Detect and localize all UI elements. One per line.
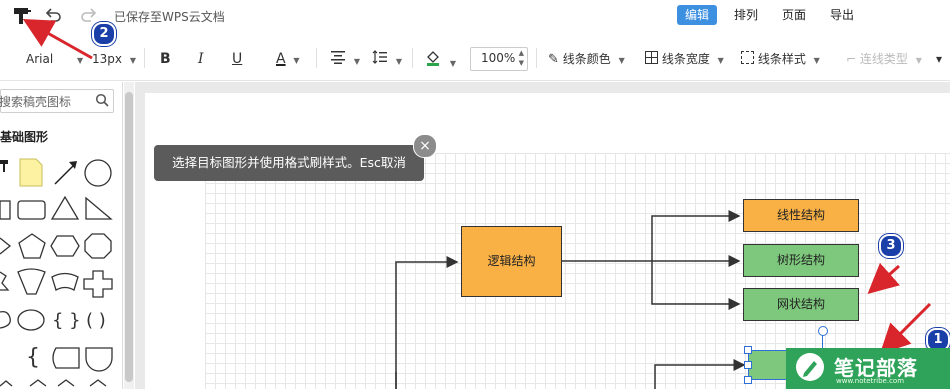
annotation-badge-2: 2 xyxy=(92,22,116,46)
annotation-arrows xyxy=(22,19,932,355)
pen-logo-icon xyxy=(796,353,824,381)
annotation-badge-3: 3 xyxy=(879,234,903,258)
arrow-to-network-node xyxy=(867,262,900,294)
arrow-to-selected-node xyxy=(879,302,932,355)
watermark-url: www.notetribe.com xyxy=(836,377,905,385)
arrow-to-format-painter xyxy=(22,19,93,60)
